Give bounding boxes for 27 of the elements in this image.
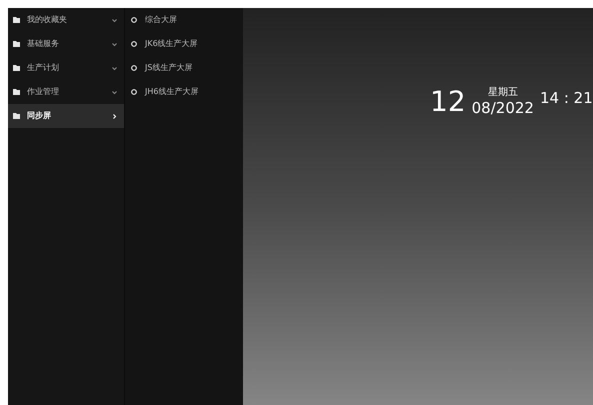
clock-time: 14 : 21 (540, 91, 593, 106)
folder-icon (13, 41, 20, 47)
clock-weekday: 星期五 (488, 88, 518, 98)
folder-icon (13, 89, 20, 95)
chevron-right-icon (112, 114, 117, 118)
circle-icon (131, 41, 137, 47)
circle-icon (131, 89, 137, 95)
menu-item[interactable]: 作业管理 (8, 80, 124, 104)
menu-item[interactable]: 生产计划 (8, 56, 124, 80)
clock-day: 12 (430, 88, 466, 116)
chevron-down-icon (112, 66, 117, 70)
submenu-item[interactable]: JK6线生产大屏 (125, 32, 243, 56)
folder-icon (13, 113, 20, 119)
submenu-item[interactable]: JS线生产大屏 (125, 56, 243, 80)
folder-icon (13, 17, 20, 23)
submenu-item[interactable]: JH6线生产大屏 (125, 80, 243, 104)
chevron-down-icon (112, 42, 117, 46)
circle-icon (131, 17, 137, 23)
circle-icon (131, 65, 137, 71)
menu-item[interactable]: 我的收藏夹 (8, 8, 124, 32)
clock-date: 08/2022 (472, 101, 534, 116)
submenu-item[interactable]: 综合大屏 (125, 8, 243, 32)
chevron-down-icon (112, 90, 117, 94)
menu-item[interactable]: 同步屏 (8, 104, 124, 128)
menu-item[interactable]: 基础服务 (8, 32, 124, 56)
folder-icon (13, 65, 20, 71)
chevron-down-icon (112, 18, 117, 22)
